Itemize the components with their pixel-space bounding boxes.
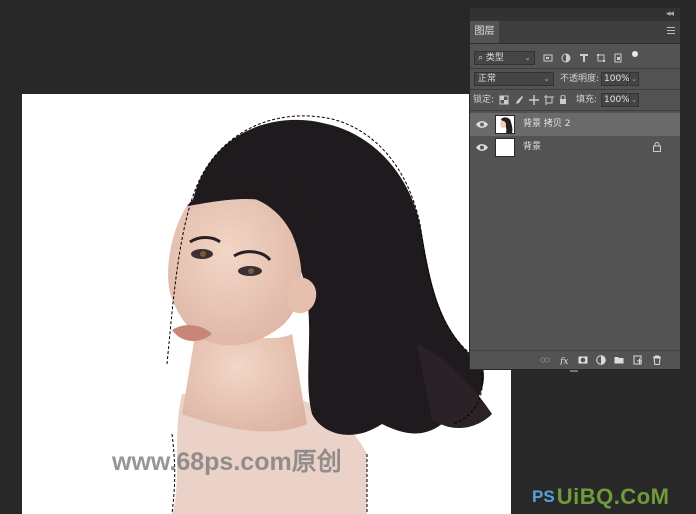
blend-opacity-row: 正常 ⌄ 不透明度: 100% ⌄ [470, 69, 680, 89]
group-folder-icon[interactable] [614, 355, 624, 365]
trash-icon[interactable] [652, 355, 662, 365]
lock-label: 锁定: [473, 95, 495, 105]
layer-name: 背景 [523, 142, 542, 152]
fill-dropdown-arrow[interactable]: ⌄ [629, 93, 639, 107]
panel-titlebar[interactable]: ◂◂ [470, 8, 680, 21]
document-canvas[interactable]: www.68ps.com原创 [22, 94, 511, 514]
type-filter-icon[interactable] [579, 53, 589, 63]
opacity-label: 不透明度: [560, 74, 600, 84]
filter-kind-dropdown[interactable]: ⌕ 类型 ⌄ [474, 51, 535, 65]
lock-transparent-pixels-icon[interactable] [499, 95, 509, 105]
blend-mode-dropdown[interactable]: 正常 ⌄ [474, 72, 554, 86]
svg-text:fx: fx [560, 357, 568, 365]
filter-toggle-icon[interactable] [630, 50, 640, 60]
blend-mode-value: 正常 [478, 74, 497, 84]
layer-name: 背景 拷贝 2 [523, 119, 571, 129]
collapse-panel-icon[interactable]: ◂◂ [666, 9, 674, 19]
lock-artboard-icon[interactable] [544, 95, 554, 105]
adjustment-icon[interactable] [596, 355, 606, 365]
adjustment-filter-icon[interactable] [561, 53, 571, 63]
fill-label: 填充: [576, 95, 598, 105]
eye-icon[interactable] [476, 120, 488, 129]
watermark-text: www.68ps.com原创 [112, 448, 342, 476]
site-logo: PS UiBQ.CoM [532, 480, 669, 514]
new-layer-icon[interactable] [633, 355, 643, 365]
smart-object-filter-icon[interactable] [613, 53, 623, 63]
lock-position-icon[interactable] [529, 95, 539, 105]
fx-icon[interactable]: fx [560, 355, 570, 365]
layer-thumbnail [495, 138, 515, 157]
lock-fill-row: 锁定: 填充: 100% ⌄ [470, 90, 680, 110]
filter-kind-value: 类型 [485, 53, 504, 63]
layer-row[interactable]: 背景 [470, 136, 680, 159]
logo-site-text: UiBQ.CoM [556, 484, 670, 509]
layer-thumbnail [495, 115, 515, 134]
resize-grip[interactable] [570, 370, 578, 372]
fill-input[interactable]: 100% [601, 93, 630, 107]
layer-row[interactable]: 背景 拷贝 2 [470, 113, 680, 136]
link-icon[interactable] [540, 355, 550, 365]
lock-all-icon[interactable] [558, 95, 568, 105]
search-icon: ⌕ [478, 53, 484, 63]
chevron-down-icon: ⌄ [524, 53, 531, 62]
eye-icon[interactable] [476, 143, 488, 152]
lock-image-pixels-icon[interactable] [514, 95, 524, 105]
panel-tab-bar: 图层 [470, 21, 680, 44]
mask-icon[interactable] [578, 355, 588, 365]
shape-filter-icon[interactable] [596, 53, 606, 63]
tab-layers[interactable]: 图层 [470, 21, 499, 43]
panel-footer: fx [470, 350, 680, 372]
opacity-dropdown-arrow[interactable]: ⌄ [629, 72, 639, 86]
opacity-input[interactable]: 100% [601, 72, 630, 86]
layers-panel: ◂◂ 图层 ⌕ 类型 ⌄ 正常 ⌄ 不透明度: 100% ⌄ 锁定: 填充: 1… [469, 7, 681, 372]
lock-icon [653, 142, 661, 152]
chevron-down-icon: ⌄ [543, 74, 550, 83]
layers-list: 背景 拷贝 2 背景 [470, 111, 680, 159]
layer-filter-row: ⌕ 类型 ⌄ [470, 48, 680, 68]
panel-menu-icon[interactable] [667, 25, 675, 36]
pixel-filter-icon[interactable] [543, 53, 553, 63]
logo-ps-text: PS [532, 487, 555, 506]
